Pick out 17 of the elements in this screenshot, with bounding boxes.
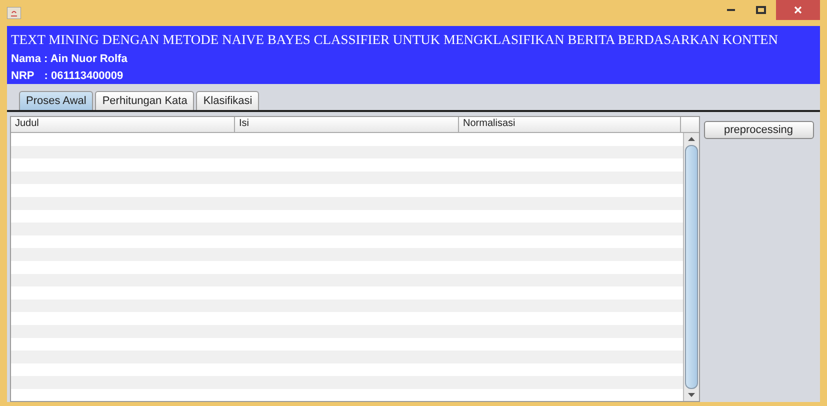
minimize-icon bbox=[727, 9, 735, 11]
column-header[interactable]: Judul bbox=[11, 117, 235, 132]
maximize-icon bbox=[756, 6, 766, 14]
name-label: Nama : Ain Nuor Rolfa bbox=[11, 53, 128, 65]
preprocessing-button[interactable]: preprocessing bbox=[704, 121, 814, 139]
nrp-value: : 061113400009 bbox=[44, 70, 124, 82]
column-header[interactable]: Isi bbox=[235, 117, 459, 132]
column-header[interactable]: Normalisasi bbox=[459, 117, 681, 132]
java-app-icon bbox=[7, 7, 21, 19]
close-button[interactable] bbox=[776, 0, 820, 20]
close-icon bbox=[794, 6, 802, 14]
nrp-label: NRP bbox=[11, 70, 34, 82]
tab[interactable]: Proses Awal bbox=[19, 91, 94, 110]
app-title: TEXT MINING DENGAN METODE NAIVE BAYES CLASSIFIER UNTUK MENGKLASIFIKAN BERITA BERDASARKAN KONTEN bbox=[11, 32, 780, 48]
scrollbar-thumb[interactable] bbox=[685, 145, 698, 389]
tab[interactable]: Perhitungan Kata bbox=[95, 91, 194, 110]
tab[interactable]: Klasifikasi bbox=[196, 91, 260, 110]
